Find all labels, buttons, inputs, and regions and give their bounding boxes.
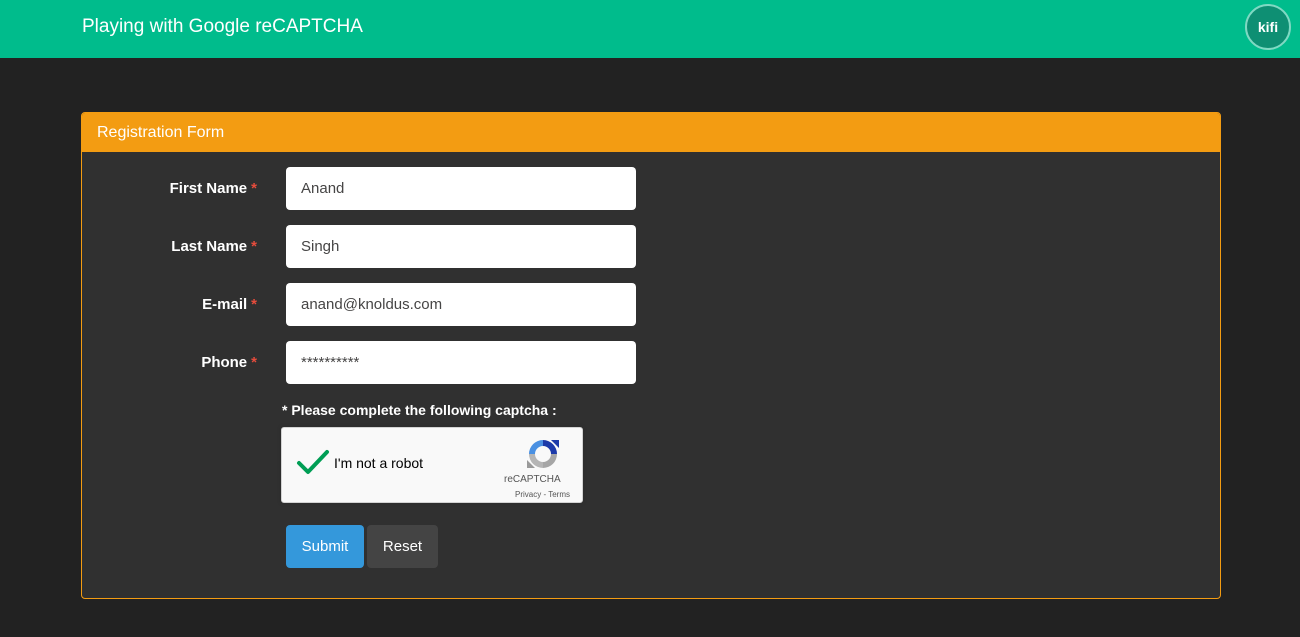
last-name-label: Last Name * — [171, 238, 257, 255]
email-row: E-mail * — [82, 283, 1220, 326]
recaptcha-widget: I'm not a robot reCAPTCHA Privacy - Term… — [281, 427, 583, 503]
recaptcha-links: Privacy - Terms — [515, 490, 570, 499]
kifi-avatar-icon[interactable]: kifi — [1245, 4, 1291, 50]
required-marker: * — [251, 354, 257, 371]
email-input[interactable] — [286, 283, 636, 326]
first-name-input[interactable] — [286, 167, 636, 210]
required-marker: * — [251, 296, 257, 313]
first-name-label: First Name * — [169, 180, 257, 197]
reset-button[interactable]: Reset — [367, 525, 438, 568]
required-marker: * — [251, 180, 257, 197]
registration-panel: Registration Form First Name* Last Name*… — [81, 112, 1221, 599]
first-name-row: First Name * — [82, 167, 1220, 210]
phone-label: Phone * — [201, 354, 257, 371]
recaptcha-logo-icon — [527, 440, 559, 468]
required-marker: * — [251, 238, 257, 255]
submit-button[interactable]: Submit — [286, 525, 364, 568]
last-name-input[interactable] — [286, 225, 636, 268]
panel-title: Registration Form — [82, 113, 1220, 152]
recaptcha-brand: reCAPTCHA — [504, 474, 561, 485]
recaptcha-checkmark-icon[interactable] — [296, 448, 330, 478]
app-title[interactable]: Playing with Google reCAPTCHA — [82, 16, 363, 38]
privacy-link[interactable]: Privacy — [515, 490, 541, 499]
email-label: E-mail * — [202, 296, 257, 313]
phone-row: Phone * — [82, 341, 1220, 384]
captcha-instruction: * Please complete the following captcha … — [282, 402, 557, 418]
last-name-row: Last Name * — [82, 225, 1220, 268]
phone-input[interactable] — [286, 341, 636, 384]
terms-link[interactable]: Terms — [548, 490, 570, 499]
top-navbar: Playing with Google reCAPTCHA kifi — [0, 0, 1300, 58]
recaptcha-label: I'm not a robot — [334, 455, 424, 471]
